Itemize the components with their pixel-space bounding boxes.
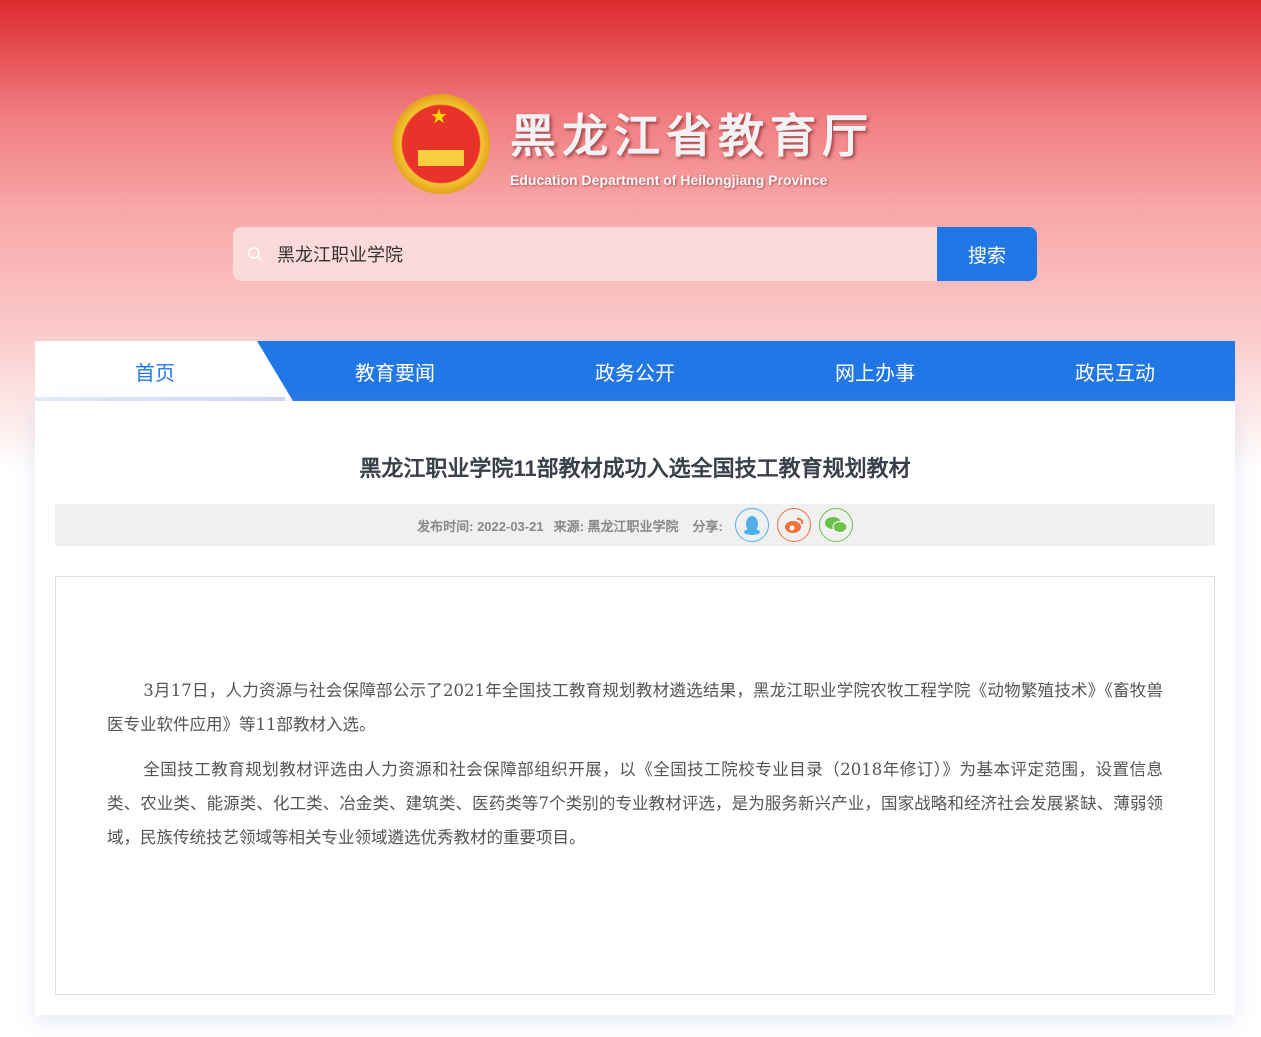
nav-interaction[interactable]: 政民互动 <box>995 341 1235 401</box>
share-qq-button[interactable] <box>734 508 769 542</box>
article-source: 来源: 黑龙江职业学院 <box>553 518 679 534</box>
article-meta: 发布时间: 2022-03-21 来源: 黑龙江职业学院 分享: <box>55 504 1215 546</box>
share-weibo-button[interactable] <box>776 508 811 542</box>
article-title: 黑龙江职业学院11部教材成功入选全国技工教育规划教材 <box>359 456 911 481</box>
article-paragraph: 3月17日，人力资源与社会保障部公示了2021年全国技工教育规划教材遴选结果，黑… <box>107 681 1163 734</box>
national-emblem-icon: ★ <box>392 94 490 194</box>
wechat-icon <box>824 517 847 533</box>
weibo-icon <box>784 517 804 533</box>
article-paragraph: 全国技工教育规划教材评选由人力资源和社会保障部组织开展，以《全国技工院校专业目录… <box>107 760 1163 847</box>
site-logo[interactable]: ★ 黑龙江省教育厅 Education Department of Heilon… <box>392 94 874 194</box>
share-wechat-button[interactable] <box>818 508 853 542</box>
site-subtitle: Education Department of Heilongjiang Pro… <box>510 172 828 188</box>
nav-online-services[interactable]: 网上办事 <box>755 341 995 401</box>
search-button[interactable]: 搜索 <box>937 227 1037 281</box>
share-label: 分享: <box>692 518 723 534</box>
nav-education-news[interactable]: 教育要闻 <box>275 341 515 401</box>
article-body: 3月17日，人力资源与社会保障部公示了2021年全国技工教育规划教材遴选结果，黑… <box>55 576 1215 995</box>
article-card: 黑龙江职业学院11部教材成功入选全国技工教育规划教材 发布时间: 2022-03… <box>35 401 1235 1015</box>
main-nav: 首页 教育要闻 政务公开 网上办事 政民互动 <box>35 341 1235 401</box>
nav-home[interactable]: 首页 <box>35 341 275 401</box>
search-input[interactable] <box>277 227 937 281</box>
publish-date: 发布时间: 2022-03-21 <box>417 518 544 534</box>
site-title: 黑龙江省教育厅 <box>510 109 874 163</box>
qq-icon <box>743 516 760 535</box>
search-icon <box>233 227 277 281</box>
nav-government-affairs[interactable]: 政务公开 <box>515 341 755 401</box>
search-bar: 搜索 <box>233 227 1037 281</box>
